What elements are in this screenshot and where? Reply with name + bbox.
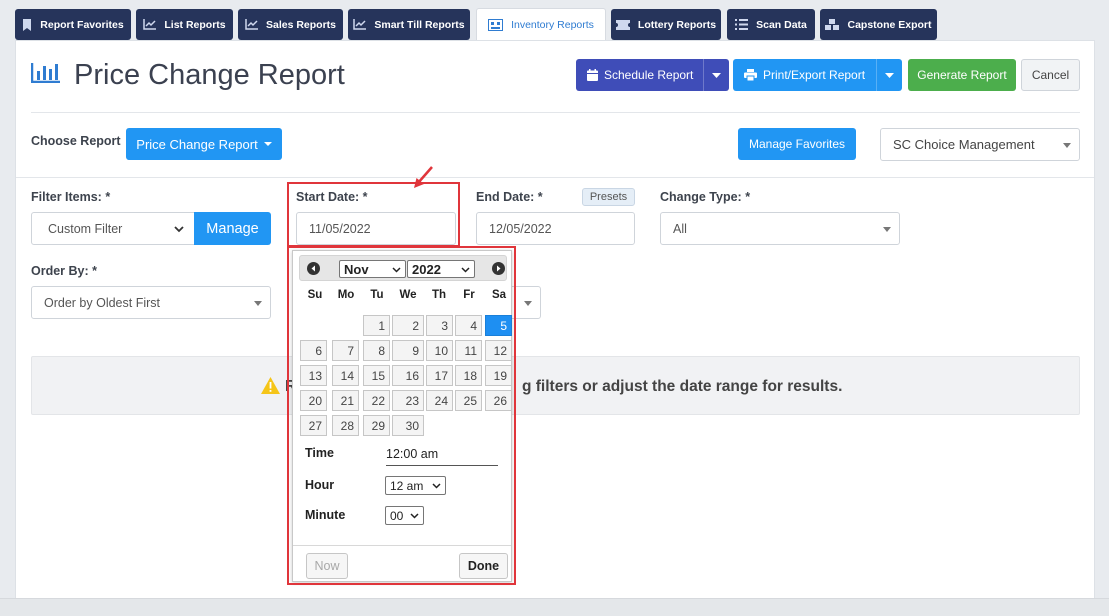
chevron-down-icon	[174, 225, 184, 232]
manage-filter-button[interactable]: Manage	[194, 212, 271, 245]
end-date-value: 12/05/2022	[489, 221, 552, 236]
print-dropdown-toggle[interactable]	[876, 59, 902, 91]
tab-label: Report Favorites	[40, 18, 124, 31]
highlight-datepicker	[287, 246, 516, 585]
print-export-button[interactable]: Print/Export Report	[733, 59, 902, 91]
order-by-select[interactable]: Order by Oldest First	[31, 286, 271, 319]
caret-down-icon	[883, 226, 891, 232]
highlight-start-date	[287, 182, 460, 247]
ticket-icon	[615, 19, 630, 30]
change-type-label: Change Type: *	[660, 190, 751, 204]
generate-report-button[interactable]: Generate Report	[908, 59, 1016, 91]
horizontal-scrollbar[interactable]	[0, 598, 1109, 616]
filter-items-select[interactable]: Custom Filter	[31, 212, 195, 245]
caret-down-icon	[524, 300, 532, 306]
schedule-report-button[interactable]: Schedule Report	[576, 59, 729, 91]
tab-label: Sales Reports	[265, 18, 337, 31]
tab-label: Lottery Reports	[637, 18, 717, 31]
caret-down-icon	[712, 72, 721, 78]
bookmark-icon	[23, 18, 32, 31]
divider	[16, 177, 1094, 178]
presets-button[interactable]: Presets	[582, 188, 635, 206]
order-by-value: Order by Oldest First	[44, 295, 160, 310]
change-type-select[interactable]: All	[660, 212, 900, 245]
choose-report-label: Choose Report	[31, 134, 121, 148]
tab-capstone-export[interactable]: Capstone Export	[820, 9, 937, 40]
schedule-dropdown-toggle[interactable]	[703, 59, 729, 91]
order-by-label: Order By: *	[31, 264, 97, 278]
filter-items-value: Custom Filter	[48, 221, 123, 236]
annotation-arrow-icon	[414, 166, 433, 188]
tab-smart-till-reports[interactable]: Smart Till Reports	[348, 9, 470, 40]
divider	[31, 112, 1080, 113]
alert-text-end: g filters or adjust the date range for r…	[522, 378, 843, 395]
tab-label: Scan Data	[756, 18, 807, 31]
report-select-button[interactable]: Price Change Report	[126, 128, 282, 160]
report-select-label: Price Change Report	[136, 136, 258, 152]
bar-chart-icon	[31, 63, 60, 83]
caret-down-icon	[885, 72, 894, 78]
cubes-icon	[825, 18, 840, 30]
tab-lottery-reports[interactable]: Lottery Reports	[611, 9, 721, 40]
line-chart-icon	[143, 19, 157, 30]
tab-label: Capstone Export	[847, 18, 932, 31]
company-select[interactable]: SC Choice Management	[880, 128, 1080, 161]
tab-scan-data[interactable]: Scan Data	[727, 9, 815, 40]
cancel-button[interactable]: Cancel	[1021, 59, 1080, 91]
calendar-icon	[587, 69, 598, 81]
caret-down-icon	[1063, 142, 1071, 148]
line-chart-icon	[353, 19, 367, 30]
page-title: Price Change Report	[74, 59, 345, 91]
manage-favorites-button[interactable]: Manage Favorites	[738, 128, 856, 160]
tab-list-reports[interactable]: List Reports	[136, 9, 233, 40]
tab-inventory-reports[interactable]: Inventory Reports	[476, 8, 606, 41]
no-results-alert: R g filters or adjust the date range for…	[31, 356, 1080, 415]
print-label: Print/Export Report	[763, 68, 866, 82]
list-icon	[735, 19, 749, 30]
company-select-value: SC Choice Management	[893, 137, 1035, 152]
printer-icon	[744, 69, 757, 81]
tab-sales-reports[interactable]: Sales Reports	[238, 9, 343, 40]
change-type-value: All	[673, 221, 687, 236]
caret-down-icon	[254, 300, 262, 306]
tab-label: Smart Till Reports	[374, 18, 465, 31]
tab-report-favorites[interactable]: Report Favorites	[15, 9, 131, 40]
line-chart-icon	[245, 19, 258, 30]
report-panel	[15, 40, 1095, 600]
warning-icon	[261, 377, 280, 394]
inventory-icon	[488, 19, 504, 31]
tab-label: Inventory Reports	[511, 19, 594, 31]
filter-items-label: Filter Items: *	[31, 190, 111, 204]
schedule-label: Schedule Report	[604, 68, 694, 82]
caret-down-icon	[263, 142, 272, 146]
tab-label: List Reports	[164, 18, 226, 31]
end-date-input[interactable]: 12/05/2022	[476, 212, 635, 245]
end-date-label: End Date: *	[476, 190, 543, 204]
